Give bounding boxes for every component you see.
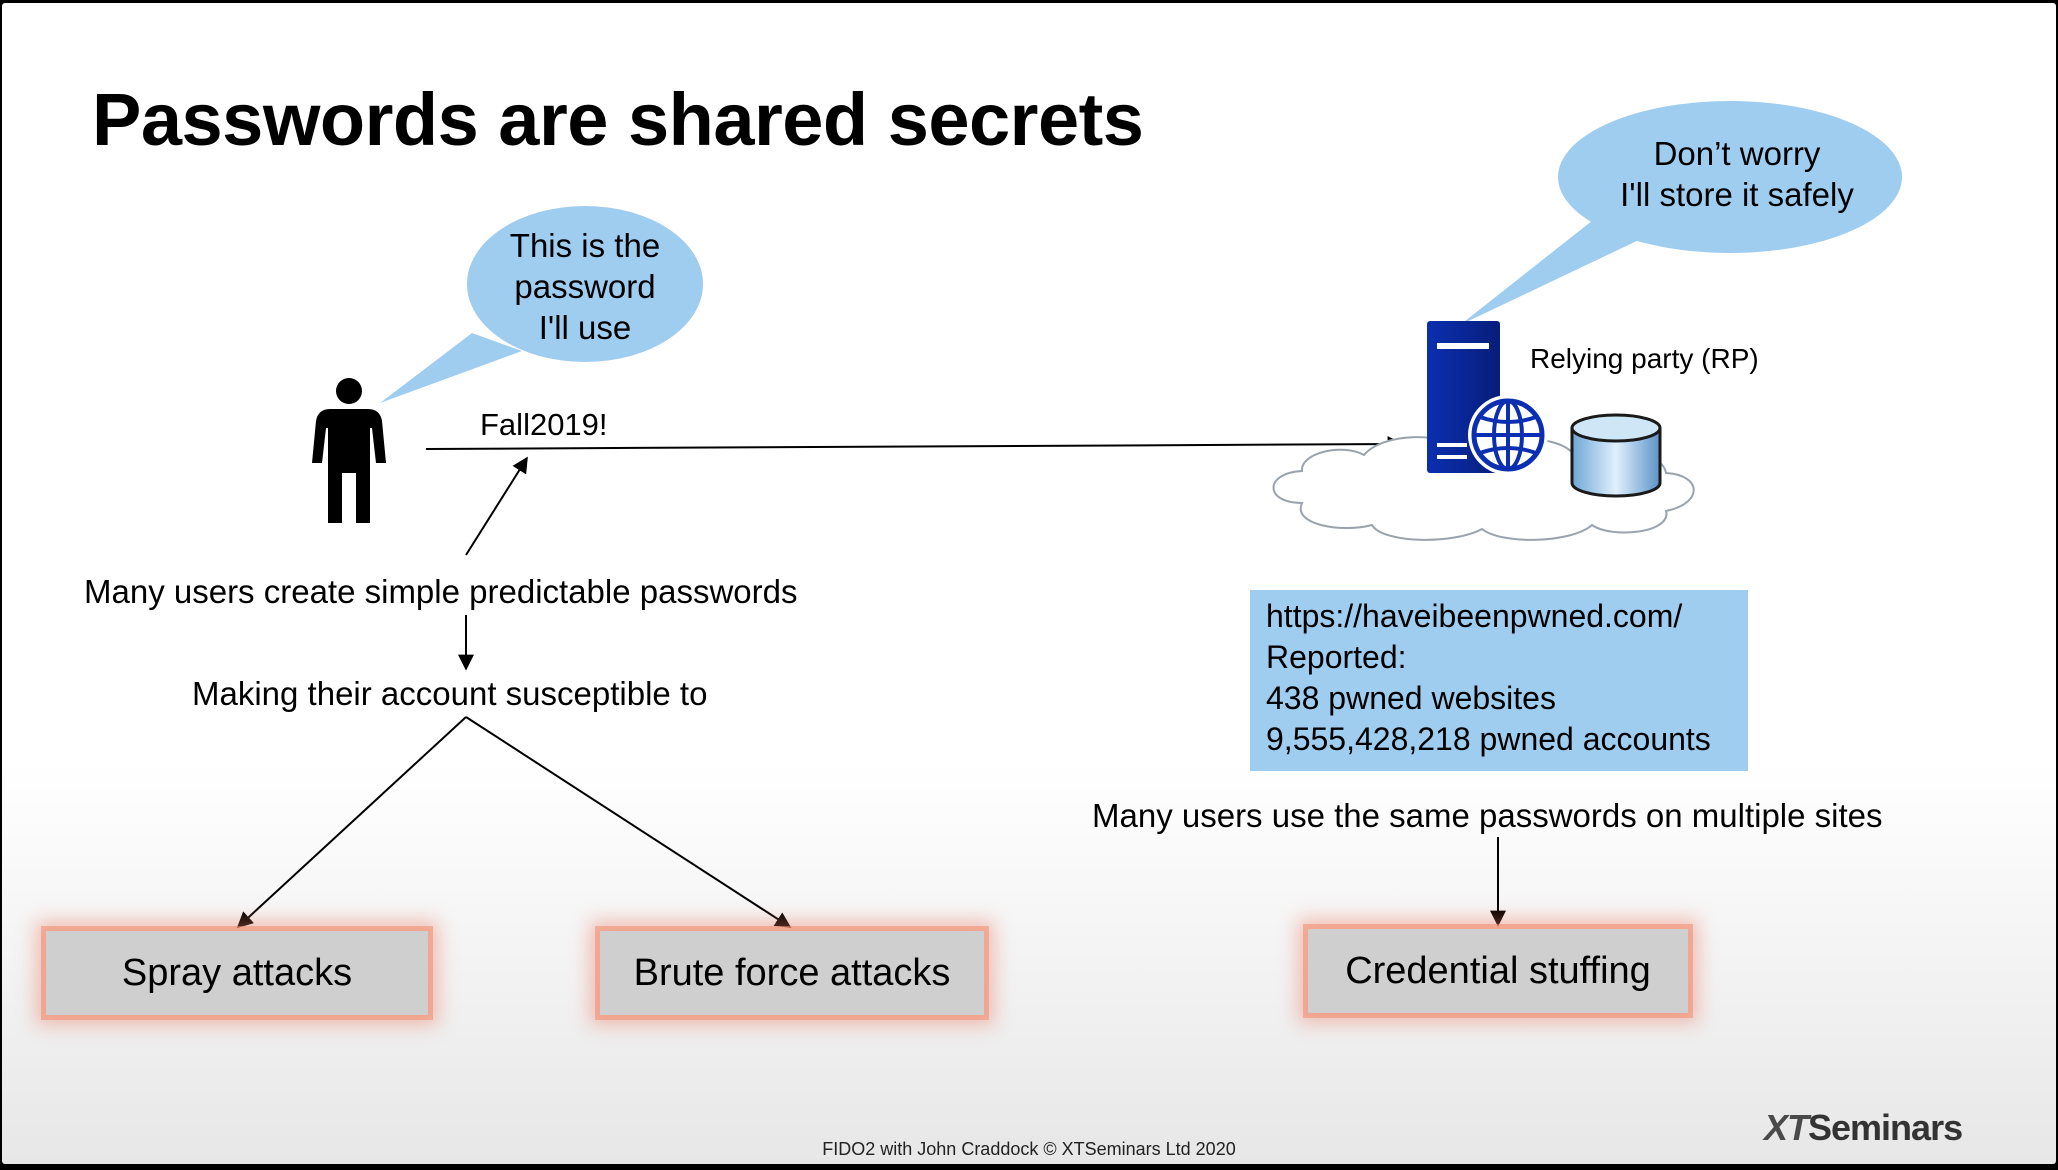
globe-icon bbox=[1468, 395, 1548, 475]
relying-party-label: Relying party (RP) bbox=[1530, 343, 1759, 374]
password-arrow bbox=[425, 436, 1404, 453]
password-reuse-text: Many users use the same passwords on mul… bbox=[1092, 797, 1883, 834]
user-bubble-line: password bbox=[514, 268, 656, 305]
user-bubble-text: This is the password I'll use bbox=[485, 225, 685, 348]
database-icon bbox=[1570, 413, 1662, 498]
server-bubble-text: Don’t worry I'll store it safely bbox=[1592, 133, 1882, 215]
pwned-url: https://haveibeenpwned.com/ bbox=[1266, 598, 1683, 634]
user-bubble-line: I'll use bbox=[538, 309, 632, 346]
footer-text: FIDO2 with John Craddock © XTSeminars Lt… bbox=[822, 1139, 1236, 1159]
slide-title: Passwords are shared secrets bbox=[92, 78, 1144, 161]
spray-attacks-box: Spray attacks bbox=[46, 931, 428, 1015]
simple-passwords-text: Many users create simple predictable pas… bbox=[84, 573, 798, 610]
susceptible-text: Making their account susceptible to bbox=[192, 675, 708, 712]
xtseminars-logo: XTSeminars bbox=[1764, 1107, 1963, 1149]
reported-label: Reported: bbox=[1266, 639, 1407, 675]
person-icon bbox=[312, 378, 386, 523]
predictable-arrow bbox=[465, 456, 528, 556]
pwned-accounts: 9,555,428,218 pwned accounts bbox=[1266, 721, 1711, 757]
logo-xt: XT bbox=[1764, 1107, 1809, 1148]
spray-arrow bbox=[236, 716, 467, 929]
user-bubble-line: This is the bbox=[509, 227, 661, 264]
server-bubble-line: I'll store it safely bbox=[1620, 176, 1854, 213]
password-label: Fall2019! bbox=[480, 407, 608, 442]
slide: Passwords are shared secrets This is the… bbox=[2, 3, 2056, 1164]
pwned-info-box: https://haveibeenpwned.com/ Reported: 43… bbox=[1250, 590, 1748, 771]
logo-seminars: Seminars bbox=[1808, 1107, 1963, 1148]
brute-arrow bbox=[465, 716, 792, 928]
server-bubble-line: Don’t worry bbox=[1653, 135, 1821, 172]
pwned-websites: 438 pwned websites bbox=[1266, 680, 1556, 716]
brute-force-attacks-box: Brute force attacks bbox=[600, 931, 984, 1015]
credential-stuffing-box: Credential stuffing bbox=[1308, 929, 1688, 1013]
